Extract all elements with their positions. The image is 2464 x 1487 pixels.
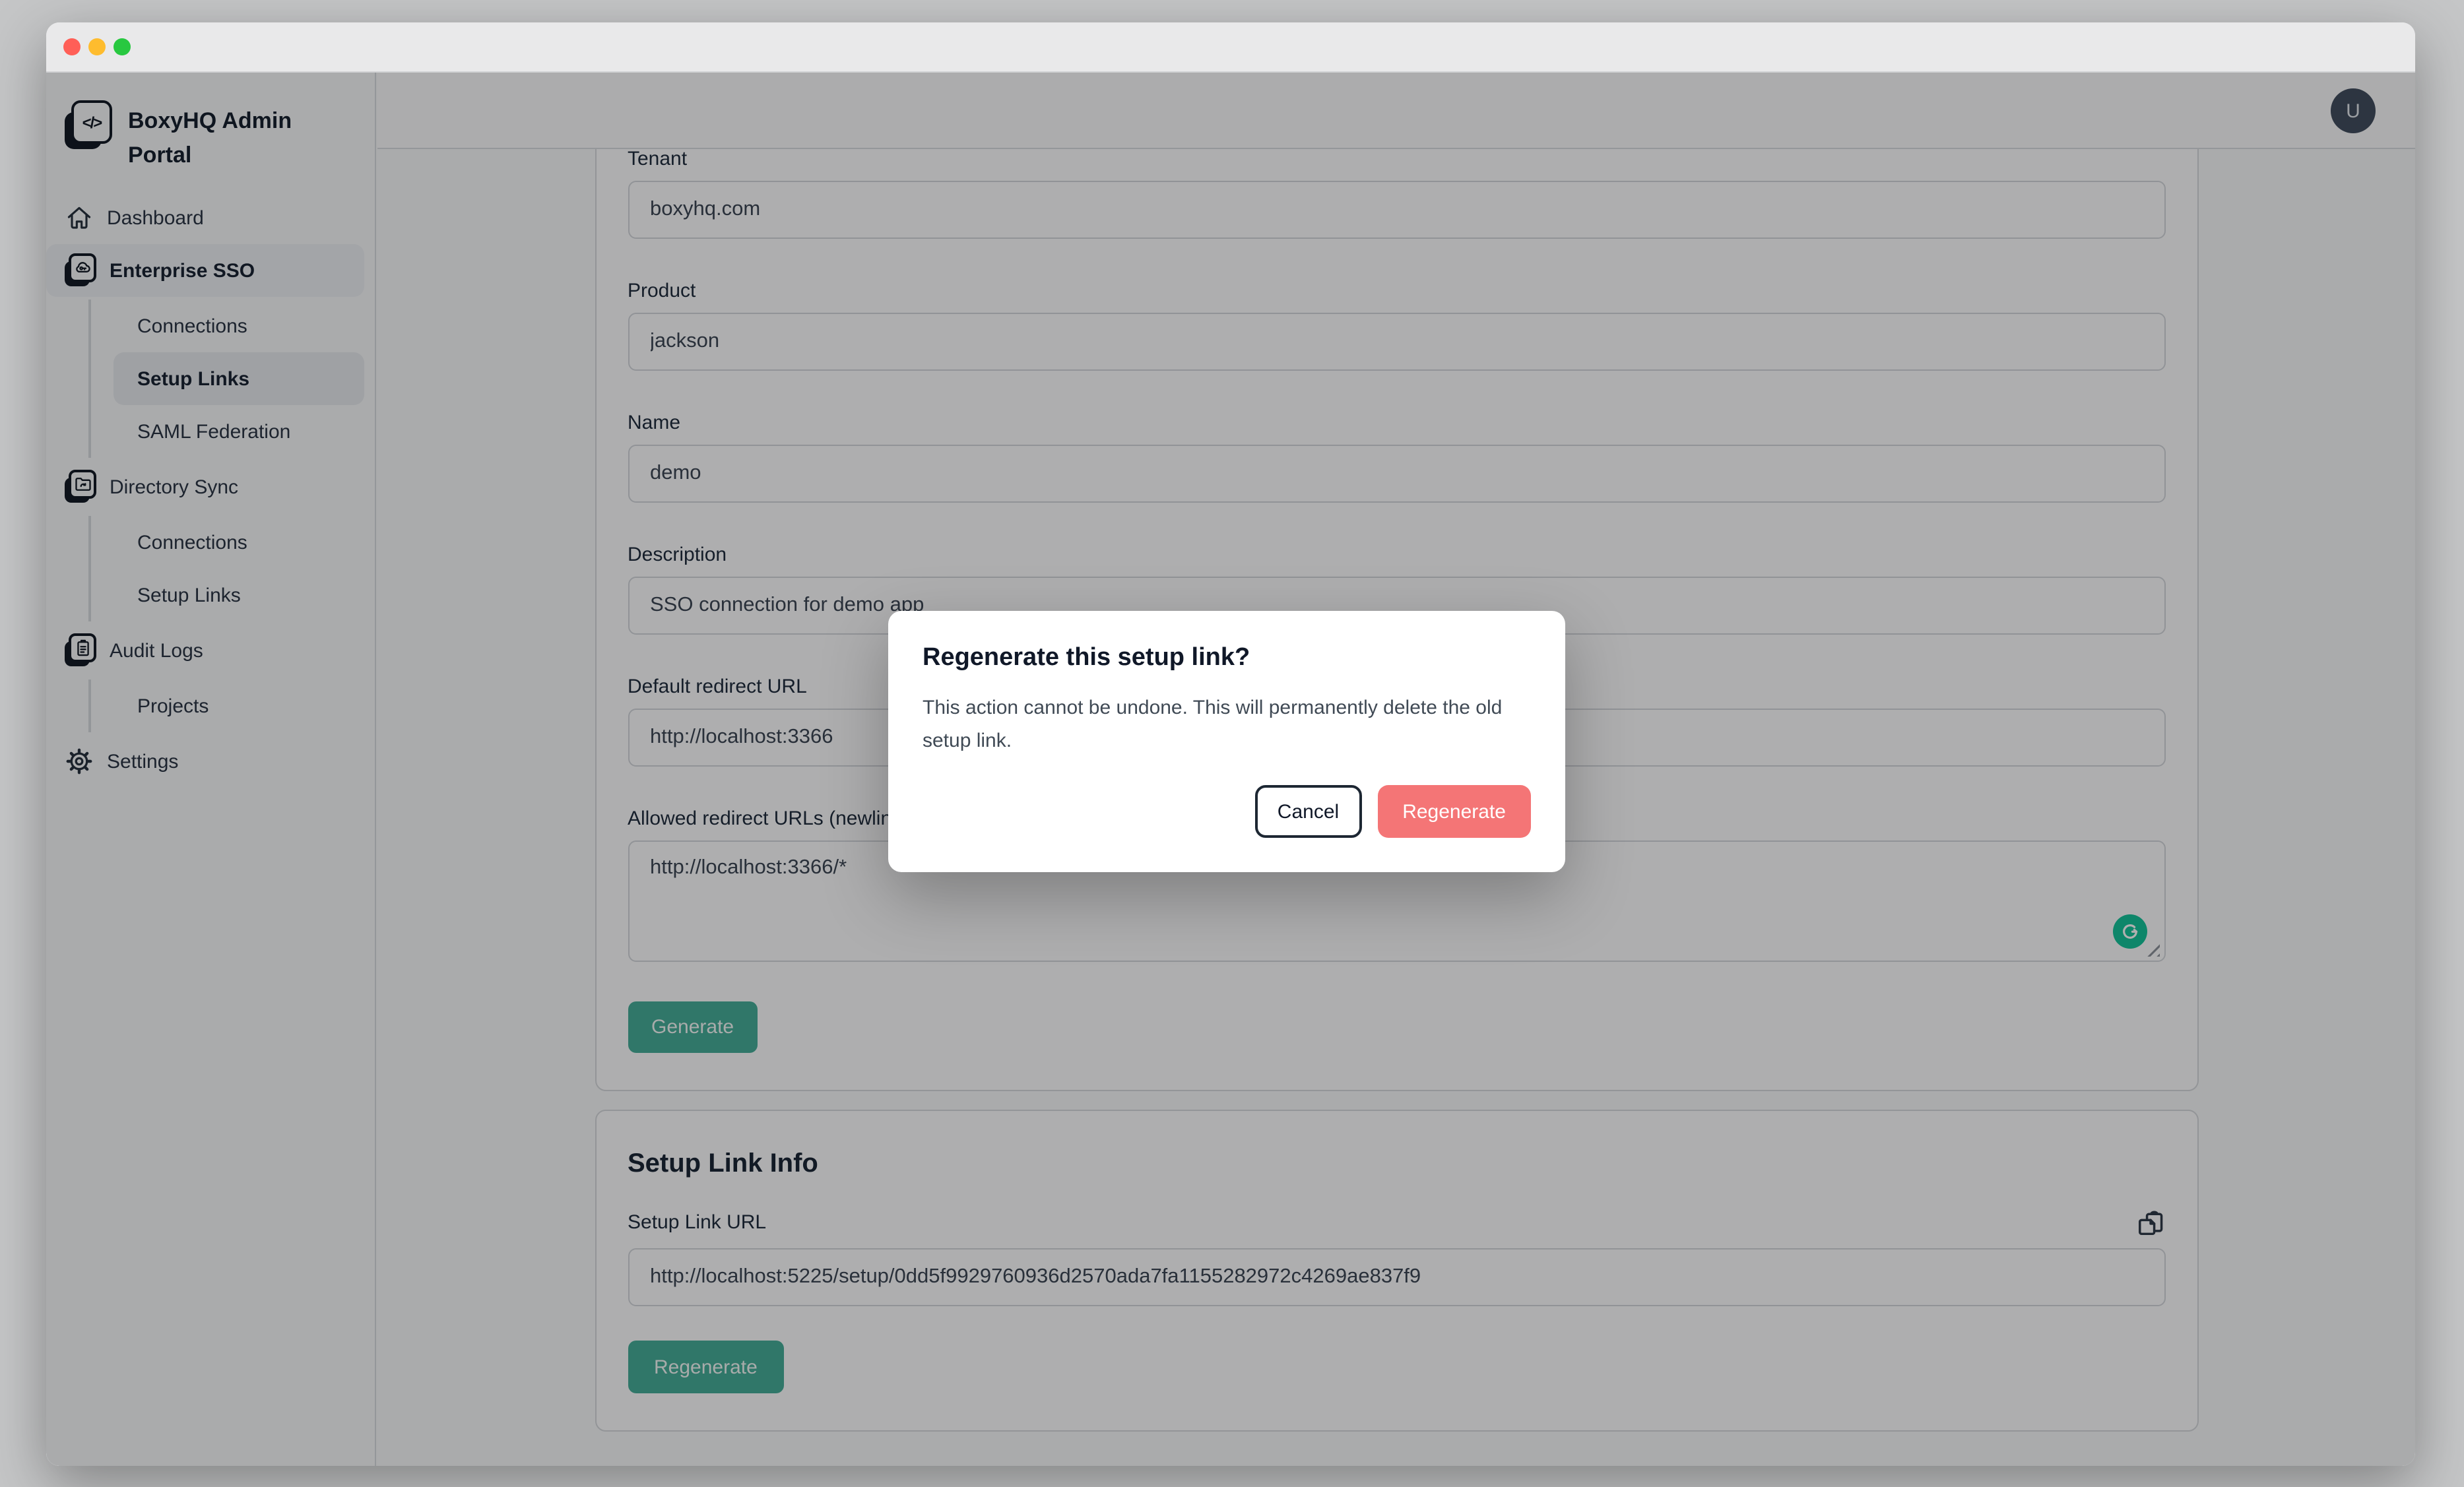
- confirm-regenerate-button[interactable]: Regenerate: [1377, 785, 1531, 838]
- zoom-window-icon[interactable]: [113, 38, 131, 55]
- desktop: </> BoxyHQ Admin Portal Dashboard: [0, 0, 2464, 1487]
- regenerate-confirm-dialog: Regenerate this setup link? This action …: [888, 611, 1565, 872]
- dialog-actions: Cancel Regenerate: [923, 785, 1531, 838]
- dialog-title: Regenerate this setup link?: [923, 644, 1531, 673]
- app-window: </> BoxyHQ Admin Portal Dashboard: [46, 22, 2415, 1466]
- dialog-message: This action cannot be undone. This will …: [923, 691, 1532, 757]
- minimize-window-icon[interactable]: [88, 38, 106, 55]
- cancel-button[interactable]: Cancel: [1255, 785, 1361, 838]
- page-content: </> BoxyHQ Admin Portal Dashboard: [46, 73, 2415, 1466]
- window-titlebar: [46, 22, 2415, 73]
- close-window-icon[interactable]: [63, 38, 81, 55]
